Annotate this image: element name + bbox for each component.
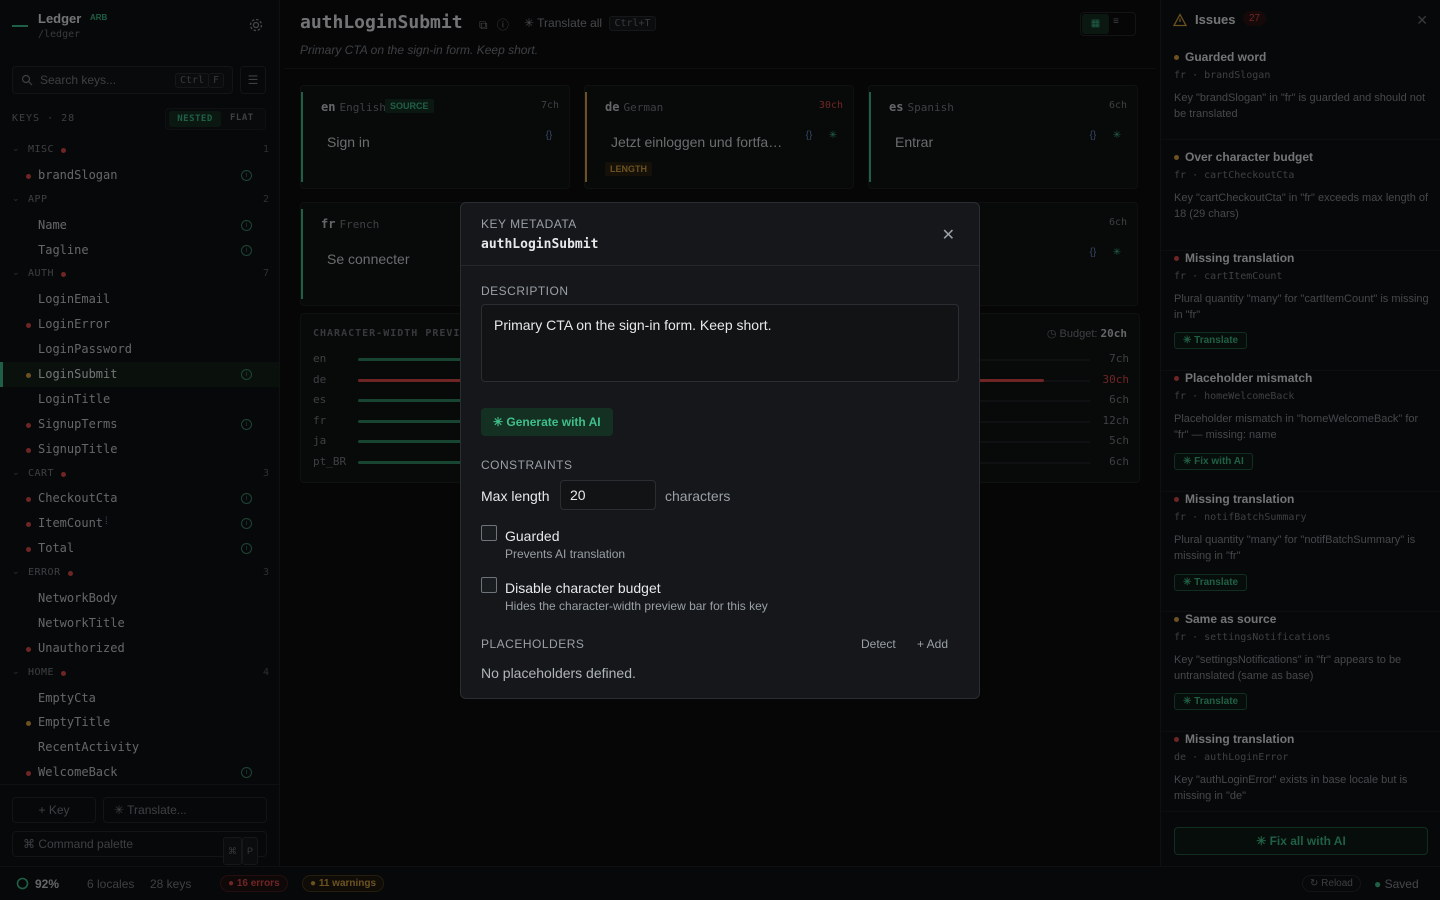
disable-budget-label: Disable character budget — [505, 580, 661, 596]
max-length-input[interactable] — [560, 480, 656, 510]
guarded-checkbox[interactable] — [481, 525, 497, 541]
key-metadata-modal: KEY METADATA authLoginSubmit ✕ DESCRIPTI… — [460, 202, 980, 699]
guarded-description: Prevents AI translation — [505, 547, 626, 561]
sparkle-icon: ✳ — [493, 415, 507, 429]
generate-with-ai-button[interactable]: ✳ Generate with AI — [481, 408, 613, 436]
modal-header: KEY METADATA authLoginSubmit ✕ — [461, 203, 979, 266]
max-length-unit: characters — [665, 488, 731, 504]
max-length-label: Max length — [481, 488, 550, 504]
constraints-label: CONSTRAINTS — [481, 458, 573, 472]
description-label: DESCRIPTION — [481, 284, 569, 298]
generate-label: Generate with AI — [506, 415, 601, 429]
modal-title: KEY METADATA — [481, 217, 577, 231]
close-icon[interactable]: ✕ — [942, 225, 955, 245]
disable-budget-checkbox[interactable] — [481, 577, 497, 593]
disable-budget-description: Hides the character-width preview bar fo… — [505, 599, 768, 613]
app-root: Ledger ARB /ledger Search keys... Ctrl F… — [0, 0, 1440, 900]
add-placeholder-button[interactable]: + Add — [917, 637, 948, 651]
placeholders-label: PLACEHOLDERS — [481, 637, 585, 651]
guarded-label: Guarded — [505, 528, 560, 544]
no-placeholders-message: No placeholders defined. — [481, 665, 636, 681]
detect-button[interactable]: Detect — [861, 637, 896, 651]
modal-key-name: authLoginSubmit — [481, 237, 599, 252]
description-textarea[interactable]: Primary CTA on the sign-in form. Keep sh… — [481, 304, 959, 382]
